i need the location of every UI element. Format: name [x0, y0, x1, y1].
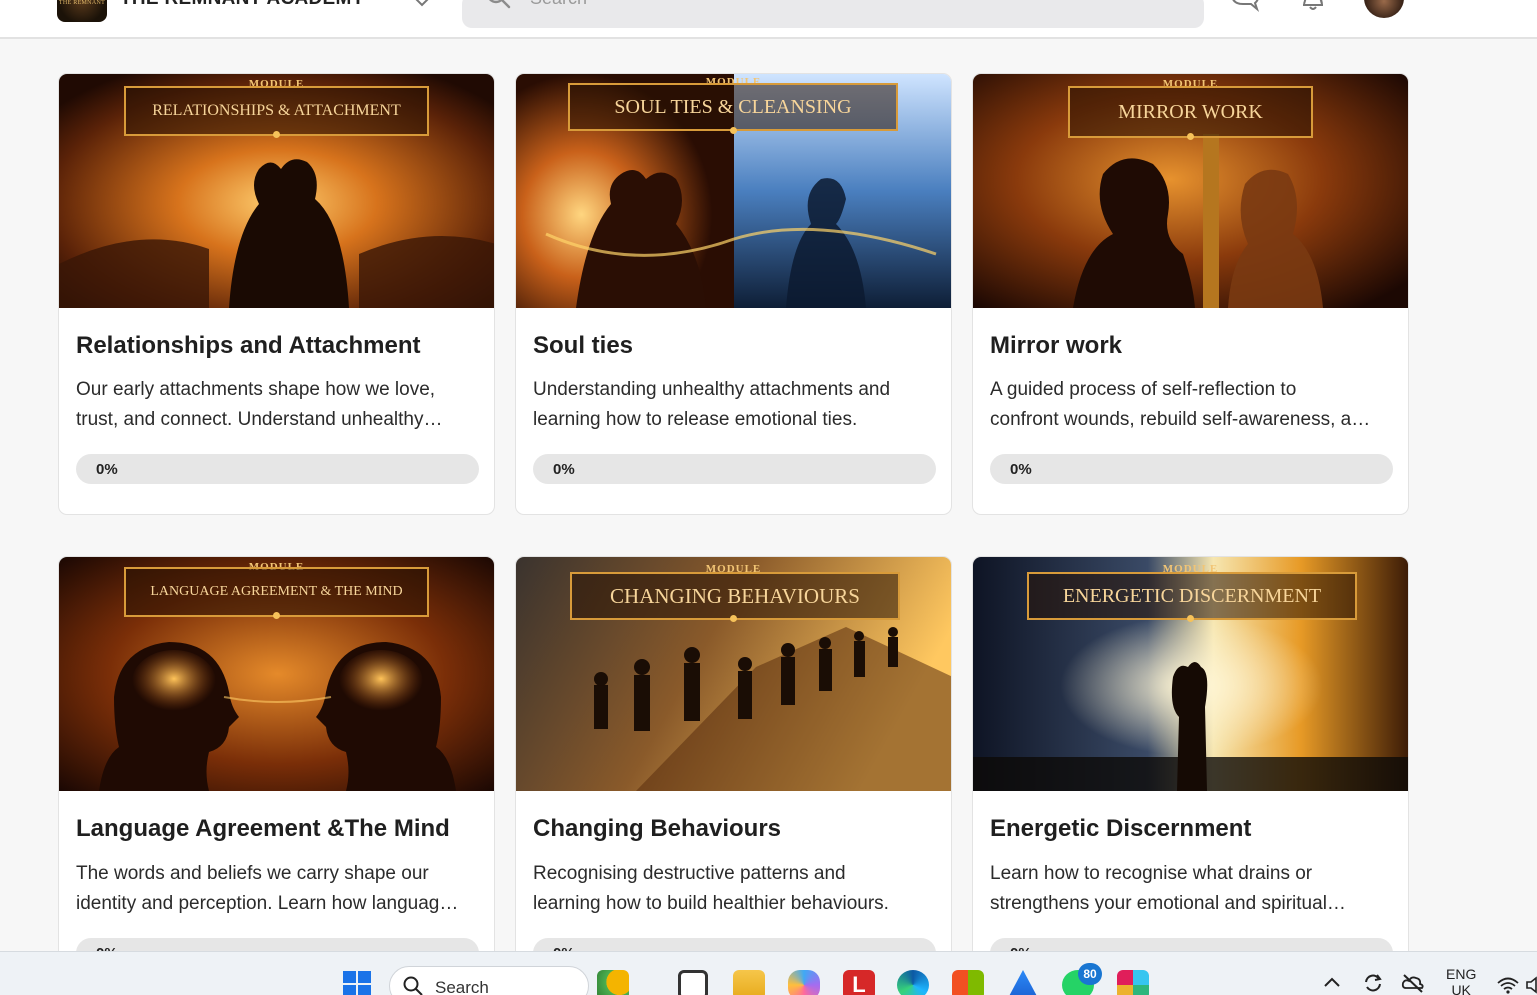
- module-card[interactable]: MODULE SOUL TIES & CLEANSING Soul ties U…: [515, 73, 952, 515]
- copilot-icon[interactable]: [788, 970, 820, 995]
- search-bar[interactable]: [462, 0, 1204, 28]
- module-card[interactable]: MODULE RELATIONSHIPS & ATTACHMENT Relati…: [58, 73, 495, 515]
- module-card[interactable]: MODULE MIRROR WORK Mirror work A guided …: [972, 73, 1409, 515]
- module-card[interactable]: MODULE CHANGING BEHAVIOURS Changing Beha…: [515, 556, 952, 976]
- banner-ornament: [273, 131, 280, 138]
- card-description-line: Understanding unhealthy attachments and: [533, 379, 891, 400]
- module-thumbnail: MODULE ENERGETIC DISCERNMENT: [973, 557, 1408, 791]
- chat-icon[interactable]: [1229, 0, 1261, 16]
- logo-text: THE REMNANT: [58, 0, 106, 6]
- card-title[interactable]: Soul ties: [533, 332, 633, 360]
- module-card[interactable]: MODULE LANGUAGE AGREEMENT & THE MIND Lan…: [58, 556, 495, 976]
- language-indicator[interactable]: ENG UK: [1446, 966, 1476, 995]
- banner-title: ENERGETIC DISCERNMENT: [1027, 572, 1357, 620]
- banner-title: SOUL TIES & CLEANSING: [568, 83, 898, 131]
- task-view-icon[interactable]: [678, 970, 708, 995]
- progress-bar: 0%: [990, 454, 1393, 484]
- card-description: The words and beliefs we carry shape our…: [76, 859, 466, 919]
- module-thumbnail: MODULE RELATIONSHIPS & ATTACHMENT: [59, 74, 494, 308]
- module-thumbnail: MODULE LANGUAGE AGREEMENT & THE MIND: [59, 557, 494, 791]
- banner-ornament: [273, 612, 280, 619]
- card-title[interactable]: Energetic Discernment: [990, 815, 1251, 843]
- banner-ornament: [730, 127, 737, 134]
- search-icon: [403, 976, 423, 995]
- module-thumbnail: MODULE SOUL TIES & CLEANSING: [516, 74, 951, 308]
- slack-icon[interactable]: [1117, 970, 1149, 995]
- chevron-up-icon[interactable]: [1323, 975, 1341, 989]
- progress-label: 0%: [553, 461, 575, 478]
- top-bar: THE REMNANT THE REMNANT ACADEMY: [0, 0, 1537, 39]
- avatar[interactable]: [1364, 0, 1404, 18]
- volume-icon[interactable]: [1525, 976, 1537, 994]
- module-thumbnail: MODULE MIRROR WORK: [973, 74, 1408, 308]
- academy-logo[interactable]: THE REMNANT: [57, 0, 107, 22]
- cloud-off-icon[interactable]: [1401, 972, 1425, 994]
- card-title[interactable]: Mirror work: [990, 332, 1122, 360]
- banner-ornament: [730, 615, 737, 622]
- card-description-line: strengthens your emotional and spiritual…: [990, 893, 1346, 914]
- card-description: A guided process of self-reflection to c…: [990, 375, 1380, 435]
- card-description-line: trust, and connect. Understand unhealthy…: [76, 409, 443, 430]
- wifi-icon[interactable]: [1497, 976, 1519, 994]
- banner-ornament: [1187, 615, 1194, 622]
- search-icon: [489, 0, 511, 9]
- card-description-line: Our early attachments shape how we love,: [76, 379, 436, 400]
- progress-bar: 0%: [76, 454, 479, 484]
- search-input[interactable]: [530, 0, 1130, 10]
- sync-icon[interactable]: [1362, 972, 1384, 994]
- file-explorer-icon[interactable]: [733, 970, 765, 995]
- module-thumbnail: MODULE CHANGING BEHAVIOURS: [516, 557, 951, 791]
- l-app-icon[interactable]: L: [843, 970, 875, 995]
- card-description-line: Learn how to recognise what drains or: [990, 863, 1313, 884]
- weather-icon[interactable]: [597, 970, 629, 995]
- progress-label: 0%: [1010, 461, 1032, 478]
- progress-bar: 0%: [533, 454, 936, 484]
- card-description-line: Recognising destructive patterns and: [533, 863, 846, 884]
- brand-name[interactable]: THE REMNANT ACADEMY: [120, 0, 365, 10]
- bell-icon[interactable]: [1298, 0, 1328, 16]
- card-description: Our early attachments shape how we love,…: [76, 375, 466, 435]
- card-description: Recognising destructive patterns and lea…: [533, 859, 923, 919]
- card-description-line: confront wounds, rebuild self-awareness,…: [990, 409, 1371, 430]
- taskbar-search-label: Search: [435, 978, 489, 995]
- language-code: ENG: [1446, 966, 1477, 982]
- taskbar-search[interactable]: Search: [389, 966, 589, 995]
- store-icon[interactable]: [952, 970, 984, 995]
- progress-label: 0%: [96, 461, 118, 478]
- module-card[interactable]: MODULE ENERGETIC DISCERNMENT Energetic D…: [972, 556, 1409, 976]
- card-description-line: A guided process of self-reflection to: [990, 379, 1297, 400]
- card-description-line: identity and perception. Learn how langu…: [76, 893, 459, 914]
- whatsapp-badge: 80: [1078, 963, 1102, 985]
- card-description-line: learning how to release emotional ties.: [533, 409, 858, 430]
- card-title[interactable]: Relationships and Attachment: [76, 332, 420, 360]
- card-title[interactable]: Changing Behaviours: [533, 815, 781, 843]
- card-description-line: learning how to build healthier behaviou…: [533, 893, 889, 914]
- card-description: Learn how to recognise what drains or st…: [990, 859, 1380, 919]
- card-title[interactable]: Language Agreement &The Mind: [76, 815, 450, 843]
- card-description: Understanding unhealthy attachments and …: [533, 375, 923, 435]
- taskbar: Search L: [0, 951, 1537, 995]
- banner-ornament: [1187, 133, 1194, 140]
- banner-title: RELATIONSHIPS & ATTACHMENT: [124, 86, 429, 136]
- chevron-down-icon[interactable]: [412, 0, 432, 12]
- banner-title: LANGUAGE AGREEMENT & THE MIND: [124, 567, 429, 617]
- banner-title: MIRROR WORK: [1068, 86, 1313, 138]
- language-region: UK: [1451, 982, 1471, 995]
- banner-title: CHANGING BEHAVIOURS: [570, 572, 900, 620]
- edge-icon[interactable]: [897, 970, 929, 995]
- card-description-line: The words and beliefs we carry shape our: [76, 863, 429, 884]
- a-app-icon[interactable]: [1007, 970, 1039, 995]
- windows-start-icon[interactable]: [343, 971, 373, 995]
